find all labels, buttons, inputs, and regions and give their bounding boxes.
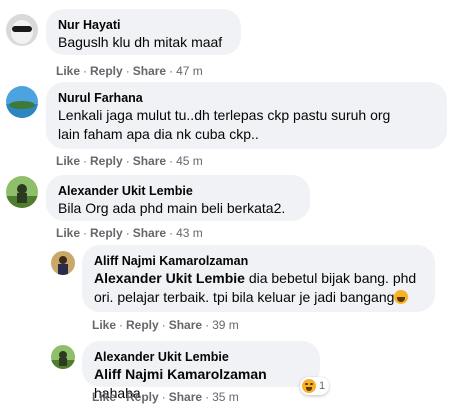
separator: · (169, 64, 174, 78)
comment-actions: Like · Reply · Share · 43 m (56, 226, 203, 240)
comment-author[interactable]: Nur Hayati (58, 17, 229, 33)
separator: · (125, 64, 130, 78)
comment-author[interactable]: Aliff Najmi Kamarolzaman (94, 253, 423, 269)
comment-text-part: dia bebetul bijak bang. phd (244, 270, 417, 286)
share-button[interactable]: Share (169, 318, 202, 332)
like-button[interactable]: Like (56, 226, 80, 240)
avatar[interactable] (6, 176, 38, 208)
like-button[interactable]: Like (56, 154, 80, 168)
reply-button[interactable]: Reply (126, 390, 159, 404)
separator: · (205, 390, 210, 404)
separator: · (83, 226, 88, 240)
separator: · (125, 154, 130, 168)
comment-actions: Like · Reply · Share · 47 m (56, 64, 203, 78)
timestamp[interactable]: 43 m (176, 226, 203, 240)
comment-text: Alexander Ukit Lembie dia bebetul bijak … (94, 269, 423, 288)
like-button[interactable]: Like (92, 390, 116, 404)
separator: · (161, 318, 166, 332)
timestamp[interactable]: 39 m (212, 318, 239, 332)
like-button[interactable]: Like (56, 64, 80, 78)
timestamp[interactable]: 35 m (212, 390, 239, 404)
comment-text-part: ori. pelajar terbaik. tpi bila keluar je… (94, 289, 395, 305)
separator: · (161, 390, 166, 404)
timestamp[interactable]: 45 m (176, 154, 203, 168)
comment-author[interactable]: Nurul Farhana (58, 90, 435, 106)
comment-bubble: Alexander Ukit Lembie Bila Org ada phd m… (46, 175, 310, 221)
comment-bubble: Nurul Farhana Lenkali jaga mulut tu..dh … (46, 82, 447, 149)
comment-text: ori. pelajar terbaik. tpi bila keluar je… (94, 288, 423, 307)
separator: · (169, 226, 174, 240)
like-button[interactable]: Like (92, 318, 116, 332)
separator: · (119, 390, 124, 404)
comment-actions: Like · Reply · Share · 35 m (92, 390, 239, 404)
mention-link[interactable]: Aliff Najmi Kamarolzaman (94, 366, 267, 382)
laughing-emoji-icon (394, 290, 409, 304)
comment-actions: Like · Reply · Share · 39 m (92, 318, 239, 332)
timestamp[interactable]: 47 m (176, 64, 203, 78)
share-button[interactable]: Share (133, 64, 166, 78)
separator: · (83, 154, 88, 168)
haha-emoji-icon (302, 379, 316, 393)
avatar[interactable] (51, 251, 75, 275)
separator: · (83, 64, 88, 78)
reply-button[interactable]: Reply (126, 318, 159, 332)
comment-text: lain faham apa dia nk cuba ckp.. (58, 126, 259, 142)
separator: · (125, 226, 130, 240)
comment-author[interactable]: Alexander Ukit Lembie (58, 183, 298, 199)
comment-text: Bila Org ada phd main beli berkata2. (58, 200, 286, 216)
comment-actions: Like · Reply · Share · 45 m (56, 154, 203, 168)
separator: · (119, 318, 124, 332)
avatar[interactable] (6, 14, 38, 46)
comment-bubble: Alexander Ukit Lembie Aliff Najmi Kamaro… (82, 341, 320, 401)
comment-bubble: Nur Hayati Baguslh klu dh mitak maaf (46, 9, 241, 55)
reply-button[interactable]: Reply (90, 154, 123, 168)
comment-text: Baguslh klu dh mitak maaf (58, 34, 223, 50)
comment-author[interactable]: Alexander Ukit Lembie (94, 349, 308, 365)
reaction-summary[interactable]: 1 (300, 377, 330, 395)
share-button[interactable]: Share (133, 154, 166, 168)
mention-link[interactable]: Alexander Ukit Lembie (94, 270, 245, 286)
separator: · (169, 154, 174, 168)
share-button[interactable]: Share (133, 226, 166, 240)
reply-button[interactable]: Reply (90, 64, 123, 78)
avatar[interactable] (51, 345, 75, 369)
share-button[interactable]: Share (169, 390, 202, 404)
separator: · (205, 318, 210, 332)
reply-button[interactable]: Reply (90, 226, 123, 240)
comment-bubble: Aliff Najmi Kamarolzaman Alexander Ukit … (82, 245, 435, 312)
reaction-count: 1 (319, 380, 326, 392)
comment-text: Lenkali jaga mulut tu..dh terlepas ckp p… (58, 107, 391, 123)
avatar[interactable] (6, 86, 38, 118)
